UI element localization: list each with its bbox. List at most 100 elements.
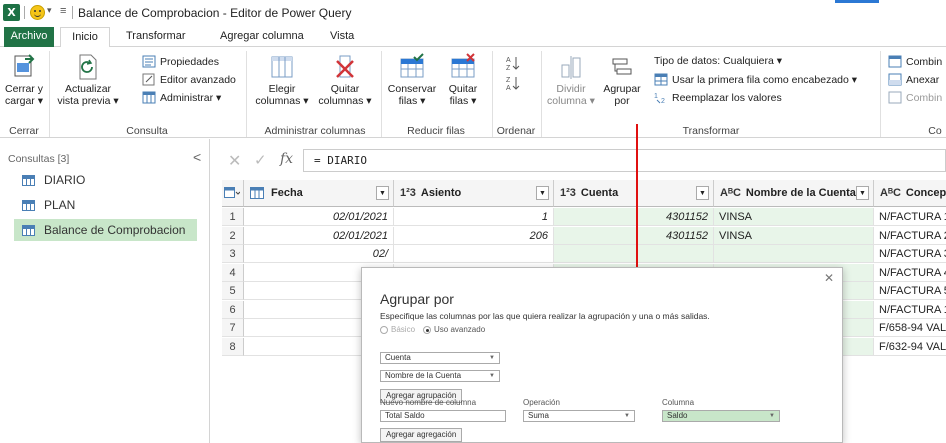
query-item-label: DIARIO xyxy=(44,173,86,187)
group-label-transformar: Transformar xyxy=(682,125,740,137)
table-cell-nombre[interactable]: VINSA xyxy=(714,208,874,226)
group-label-cerrar: Cerrar xyxy=(9,125,39,137)
close-load-button[interactable]: Cerrar y cargar ▾ xyxy=(2,53,46,107)
svg-text:Z: Z xyxy=(506,65,511,71)
fx-icon: fx xyxy=(280,151,294,167)
manage-button[interactable]: Administrar ▾ xyxy=(142,91,221,104)
refresh-label: Actualizar xyxy=(64,83,112,95)
table-menu-button[interactable] xyxy=(222,180,244,207)
table-cell-nombre[interactable]: VINSA xyxy=(714,226,874,245)
remove-columns-button[interactable]: Quitar columnas ▾ xyxy=(314,53,376,107)
row-number[interactable]: 5 xyxy=(222,282,244,300)
query-item-diario[interactable]: DIARIO xyxy=(14,169,194,191)
table-cell-asiento[interactable] xyxy=(394,245,554,263)
headers-table-icon xyxy=(654,73,668,86)
split-column-button[interactable]: Dividir columna ▾ xyxy=(546,53,596,107)
smiley-feedback-icon[interactable] xyxy=(30,5,45,20)
group-field-select-2[interactable]: Nombre de la Cuenta ▼ xyxy=(380,370,500,382)
confirm-formula-icon[interactable]: ✓ xyxy=(254,151,267,169)
sort-ascending-button[interactable]: AZ xyxy=(503,55,523,71)
row-number[interactable]: 7 xyxy=(222,319,244,337)
table-cell-concepto[interactable]: N/FACTURA 1 xyxy=(874,208,946,226)
remove-rows-button[interactable]: Quitar filas ▾ xyxy=(441,53,485,107)
use-first-row-headers-button[interactable]: Usar la primera fila como encabezado ▾ xyxy=(654,73,857,86)
filter-dropdown-icon[interactable]: ▼ xyxy=(696,186,709,200)
add-aggregation-button[interactable]: Agregar agregación xyxy=(380,428,463,442)
annotation-arrow-line xyxy=(636,124,638,290)
row-number[interactable]: 8 xyxy=(222,337,244,356)
table-icon xyxy=(22,174,35,186)
table-cell-asiento[interactable]: 1 xyxy=(394,208,554,226)
svg-text:A: A xyxy=(506,85,511,91)
tab-vista[interactable]: Vista xyxy=(322,27,362,47)
merge-queries-button[interactable]: Combin xyxy=(888,55,942,68)
table-cell-cuenta[interactable]: 4301152 xyxy=(554,208,714,226)
table-cell-concepto[interactable]: F/632-94 VAL xyxy=(874,338,946,356)
table-cell-fecha[interactable]: 02/01/2021 xyxy=(244,226,394,245)
table-cell-cuenta[interactable]: 4301152 xyxy=(554,226,714,245)
operation-select[interactable]: Suma ▼ xyxy=(523,410,635,422)
aggregate-column-select[interactable]: Saldo ▼ xyxy=(662,410,780,422)
date-type-icon xyxy=(250,187,264,199)
combine-files-button[interactable]: Combin xyxy=(888,91,942,104)
keep-rows-button[interactable]: Conservar filas ▾ xyxy=(384,53,440,107)
query-item-label: Balance de Comprobacion xyxy=(44,223,186,237)
table-cell-concepto[interactable]: F/658-94 VAL xyxy=(874,319,946,337)
tab-transformar[interactable]: Transformar xyxy=(118,27,194,47)
table-cell-concepto[interactable]: N/FACTURA 5 xyxy=(874,282,946,300)
table-cell-nombre[interactable] xyxy=(714,245,874,263)
column-header-concepto[interactable]: AᴮC Concepto xyxy=(874,180,946,207)
radio-advanced[interactable]: Uso avanzado xyxy=(423,325,485,334)
choose-columns-icon xyxy=(271,56,293,78)
data-type-dropdown[interactable]: Tipo de datos: Cualquiera ▾ xyxy=(654,55,782,67)
table-cell-asiento[interactable]: 206 xyxy=(394,226,554,245)
close-icon[interactable]: ✕ xyxy=(824,271,834,285)
tab-archivo[interactable]: Archivo xyxy=(4,27,54,47)
text-type-icon: AᴮC xyxy=(880,187,901,199)
properties-button[interactable]: Propiedades xyxy=(142,55,219,68)
table-cell-concepto[interactable]: N/FACTURA 4 xyxy=(874,264,946,282)
excel-logo-icon[interactable]: X xyxy=(3,4,20,21)
customize-toolbar-icon[interactable]: ≡ xyxy=(60,5,66,17)
replace-values-button[interactable]: 12 Reemplazar los valores xyxy=(654,91,782,105)
combine-files-label: Combin xyxy=(906,91,943,104)
row-number[interactable]: 2 xyxy=(222,226,244,245)
table-cell-concepto[interactable]: N/FACTURA 1 xyxy=(874,301,946,319)
query-item-balance[interactable]: Balance de Comprobacion xyxy=(14,219,197,241)
table-cell-concepto[interactable]: N/FACTURA 2 xyxy=(874,227,946,245)
filter-dropdown-icon[interactable]: ▼ xyxy=(536,186,549,200)
row-number[interactable]: 3 xyxy=(222,245,244,263)
tab-agregar-columna[interactable]: Agregar columna xyxy=(212,27,312,47)
row-number[interactable]: 4 xyxy=(222,263,244,282)
radio-basic[interactable]: Básico xyxy=(380,325,415,334)
table-cell-fecha[interactable]: 02/ xyxy=(244,245,394,263)
quick-access-dropdown-icon[interactable]: ▾ xyxy=(47,5,52,16)
sort-descending-button[interactable]: ZA xyxy=(503,75,523,91)
table-cell-fecha[interactable]: 02/01/2021 xyxy=(244,208,394,226)
filter-dropdown-icon[interactable]: ▼ xyxy=(856,186,869,200)
group-by-button[interactable]: Agrupar por xyxy=(600,53,644,107)
column-header-asiento[interactable]: 1²3 Asiento ▼ xyxy=(394,180,554,207)
choose-columns-button[interactable]: Elegir columnas ▾ xyxy=(252,53,312,107)
append-queries-button[interactable]: Anexar xyxy=(888,73,939,86)
new-column-name-input[interactable]: Total Saldo xyxy=(380,410,506,422)
query-item-plan[interactable]: PLAN xyxy=(14,194,194,216)
formula-input[interactable]: = DIARIO xyxy=(303,149,946,172)
cancel-formula-icon[interactable]: ✕ xyxy=(228,151,241,171)
column-header-cuenta[interactable]: 1²3 Cuenta ▼ xyxy=(554,180,714,207)
row-number[interactable]: 1 xyxy=(222,208,244,226)
row-number[interactable]: 6 xyxy=(222,300,244,319)
advanced-editor-button[interactable]: Editor avanzado xyxy=(142,73,236,86)
remove-rows-icon xyxy=(451,53,475,78)
tab-inicio[interactable]: Inicio xyxy=(60,27,110,48)
refresh-preview-button[interactable]: Actualizar vista previa ▾ xyxy=(52,53,124,107)
collapse-pane-button[interactable]: < xyxy=(193,149,201,165)
group-by-label: Agrupar xyxy=(603,83,641,95)
table-cell-concepto[interactable]: N/FACTURA 3 xyxy=(874,245,946,263)
column-header-nombre[interactable]: AᴮC Nombre de la Cuenta ▼ xyxy=(714,180,874,207)
group-divider xyxy=(381,51,382,137)
table-cell-cuenta[interactable] xyxy=(554,245,714,263)
group-field-select-1[interactable]: Cuenta ▼ xyxy=(380,352,500,364)
column-header-fecha[interactable]: Fecha ▼ xyxy=(244,180,394,207)
filter-dropdown-icon[interactable]: ▼ xyxy=(376,186,389,200)
